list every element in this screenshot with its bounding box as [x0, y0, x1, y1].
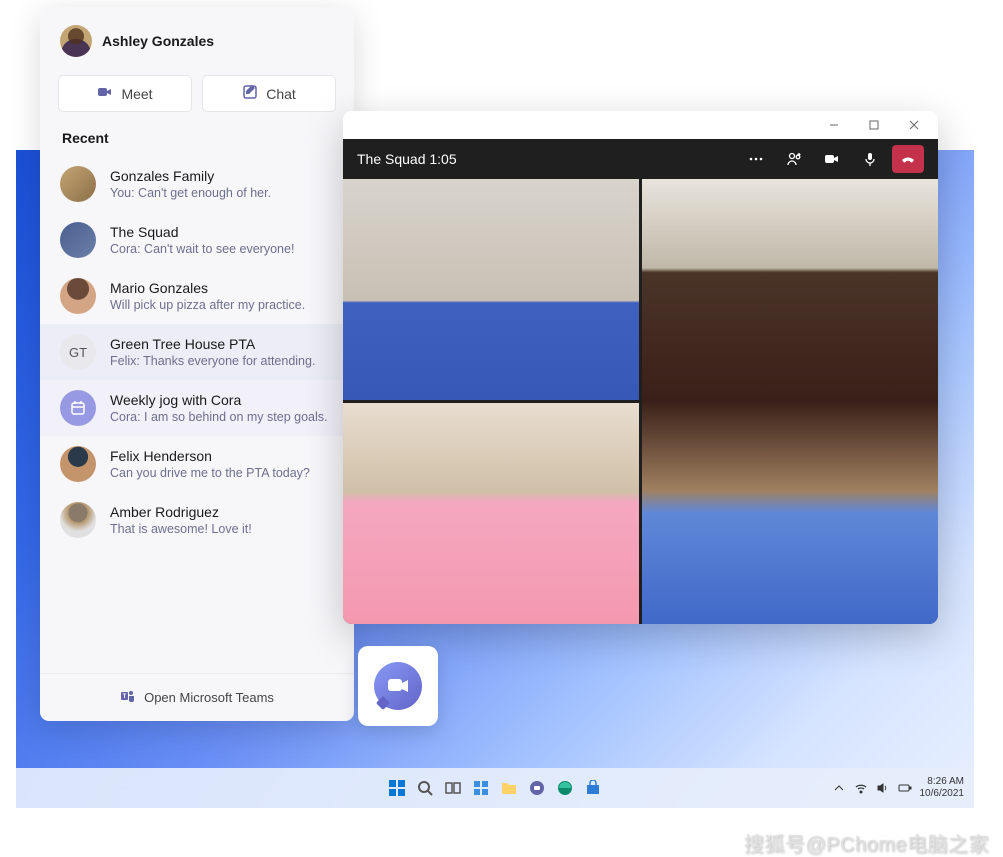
- store-icon[interactable]: [581, 776, 605, 800]
- chat-title: The Squad: [110, 224, 294, 240]
- chat-item-weekly-jog[interactable]: Weekly jog with Cora Cora: I am so behind…: [40, 380, 354, 436]
- chat-item-felix[interactable]: Felix Henderson Can you drive me to the P…: [40, 436, 354, 492]
- video-icon: [97, 84, 113, 103]
- meet-label: Meet: [121, 86, 152, 102]
- chat-preview: Cora: Can't wait to see everyone!: [110, 242, 294, 256]
- action-buttons: Meet Chat: [40, 75, 354, 126]
- svg-text:T: T: [123, 694, 127, 700]
- chat-title: Amber Rodriguez: [110, 504, 252, 520]
- watermark-text: 搜狐号@PChome电脑之家: [744, 828, 989, 857]
- chat-label: Chat: [266, 86, 296, 102]
- chat-button[interactable]: Chat: [202, 75, 336, 112]
- open-teams-label: Open Microsoft Teams: [144, 690, 274, 705]
- call-title: The Squad 1:05: [357, 151, 457, 167]
- clock-time: 8:26 AM: [927, 776, 964, 787]
- chat-bubble-icon: [374, 662, 422, 710]
- user-avatar[interactable]: [60, 25, 92, 57]
- chat-title: Weekly jog with Cora: [110, 392, 327, 408]
- more-options-button[interactable]: [740, 145, 772, 173]
- chat-preview: Cora: I am so behind on my step goals.: [110, 410, 327, 424]
- call-actions: [740, 145, 924, 173]
- meet-button[interactable]: Meet: [58, 75, 192, 112]
- chat-preview: Can you drive me to the PTA today?: [110, 466, 310, 480]
- chat-item-mario[interactable]: Mario Gonzales Will pick up pizza after m…: [40, 268, 354, 324]
- call-toolbar: The Squad 1:05: [343, 139, 938, 179]
- camera-button[interactable]: [816, 145, 848, 173]
- minimize-button[interactable]: [814, 111, 854, 139]
- chat-title: Felix Henderson: [110, 448, 310, 464]
- chat-list: Gonzales Family You: Can't get enough of …: [40, 156, 354, 673]
- start-button[interactable]: [385, 776, 409, 800]
- window-titlebar[interactable]: [343, 111, 938, 139]
- edge-icon[interactable]: [553, 776, 577, 800]
- maximize-button[interactable]: [854, 111, 894, 139]
- chat-title: Gonzales Family: [110, 168, 271, 184]
- group-avatar-icon: [60, 222, 96, 258]
- close-button[interactable]: [894, 111, 934, 139]
- video-tile-participant-1[interactable]: [343, 179, 639, 400]
- video-tile-participant-main[interactable]: [642, 179, 938, 624]
- open-teams-link[interactable]: T Open Microsoft Teams: [40, 673, 354, 721]
- hangup-button[interactable]: [892, 145, 924, 173]
- chat-item-green-tree[interactable]: GT Green Tree House PTA Felix: Thanks eve…: [40, 324, 354, 380]
- chat-item-the-squad[interactable]: The Squad Cora: Can't wait to see everyon…: [40, 212, 354, 268]
- taskbar-center: [385, 776, 605, 800]
- chat-preview: Will pick up pizza after my practice.: [110, 298, 305, 312]
- teams-icon: T: [120, 688, 136, 707]
- system-tray[interactable]: 8:26 AM 10/6/2021: [832, 776, 965, 800]
- flyout-header: Ashley Gonzales: [40, 7, 354, 75]
- person-avatar-icon: [60, 278, 96, 314]
- video-tile-participant-2[interactable]: [343, 403, 639, 624]
- recent-label: Recent: [40, 126, 354, 156]
- volume-icon[interactable]: [876, 781, 890, 795]
- person-avatar-icon: [60, 502, 96, 538]
- explorer-icon[interactable]: [497, 776, 521, 800]
- task-view-icon[interactable]: [441, 776, 465, 800]
- clock[interactable]: 8:26 AM 10/6/2021: [920, 776, 965, 800]
- chat-item-gonzales-family[interactable]: Gonzales Family You: Can't get enough of …: [40, 156, 354, 212]
- chat-item-amber[interactable]: Amber Rodriguez That is awesome! Love it!: [40, 492, 354, 548]
- widgets-icon[interactable]: [469, 776, 493, 800]
- person-avatar-icon: [60, 446, 96, 482]
- chat-title: Mario Gonzales: [110, 280, 305, 296]
- calendar-icon: [60, 390, 96, 426]
- chat-preview: That is awesome! Love it!: [110, 522, 252, 536]
- compose-icon: [242, 84, 258, 103]
- people-button[interactable]: [778, 145, 810, 173]
- wifi-icon[interactable]: [854, 781, 868, 795]
- teams-chat-icon[interactable]: [525, 776, 549, 800]
- clock-date: 10/6/2021: [920, 788, 965, 799]
- mic-button[interactable]: [854, 145, 886, 173]
- video-call-window: The Squad 1:05: [343, 111, 938, 624]
- initials-avatar-icon: GT: [60, 334, 96, 370]
- teams-flyout-panel: Ashley Gonzales Meet Chat Recent Gonzale…: [40, 7, 354, 721]
- teams-chat-app-tile[interactable]: [358, 646, 438, 726]
- user-name: Ashley Gonzales: [102, 33, 214, 49]
- chat-preview: You: Can't get enough of her.: [110, 186, 271, 200]
- chevron-up-icon[interactable]: [832, 781, 846, 795]
- battery-icon[interactable]: [898, 781, 912, 795]
- chat-title: Green Tree House PTA: [110, 336, 315, 352]
- group-avatar-icon: [60, 166, 96, 202]
- chat-preview: Felix: Thanks everyone for attending.: [110, 354, 315, 368]
- video-grid: [343, 179, 938, 624]
- search-taskbar-icon[interactable]: [413, 776, 437, 800]
- taskbar: 8:26 AM 10/6/2021: [16, 768, 974, 808]
